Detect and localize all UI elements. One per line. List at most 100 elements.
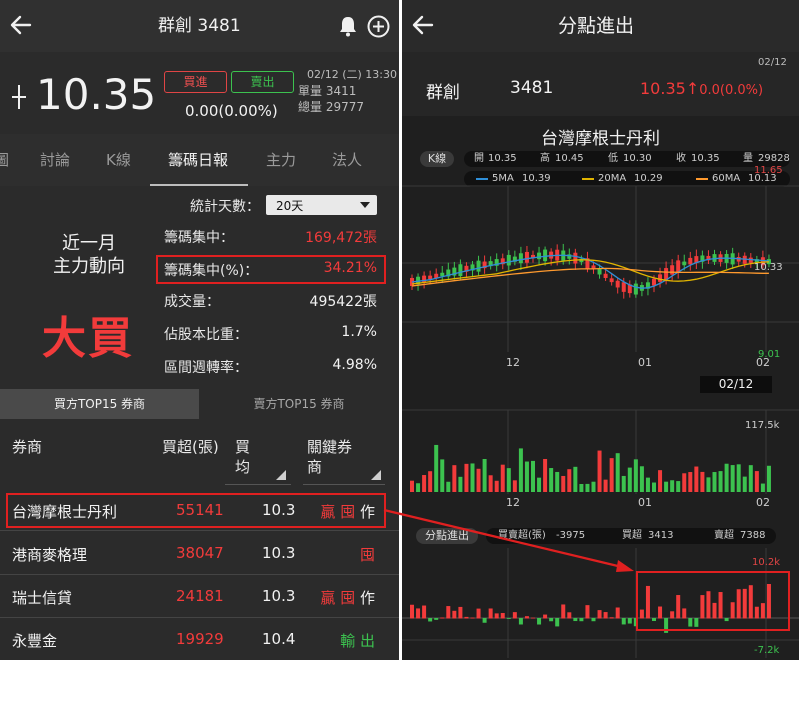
net-bar — [434, 618, 439, 620]
net-buy: 19929 — [176, 630, 224, 648]
col-header-net[interactable]: 買超(張) — [162, 436, 219, 457]
net-bar — [482, 618, 487, 623]
table-row[interactable]: 瑞士信貸 24181 10.3 贏 囤 作 — [0, 575, 399, 617]
stat-days-value: 20天 — [276, 199, 304, 213]
branch-trading-panel: 分點進出 02/12 群創 3481 10.35↑0.0(0.0%) 台灣摩根士… — [402, 0, 799, 660]
tag-red: 贏 囤 — [320, 589, 356, 607]
net-bar — [422, 605, 427, 619]
table-row[interactable]: 永豐金 19929 10.4 輸 出 — [0, 618, 399, 660]
net-bar — [452, 610, 457, 619]
table-row[interactable]: 港商麥格理 38047 10.3 囤 — [0, 532, 399, 574]
net-value: -3975 — [556, 530, 586, 541]
volume-bar — [615, 453, 620, 492]
volume-axis-top: 117.5k — [745, 420, 780, 431]
price-change: 0.00(0.00%) — [185, 102, 278, 120]
tab-buy-top15[interactable]: 買方TOP15 券商 — [0, 389, 199, 419]
tab-chip-daily[interactable]: 籌碼日報 — [168, 134, 228, 186]
volume-bar — [670, 480, 675, 492]
volume-bar — [585, 483, 590, 492]
volume-bar — [579, 483, 584, 492]
x-tick-feb: 02 — [756, 496, 770, 509]
volume-bar — [597, 450, 602, 492]
top-bar: 群創 3481 — [0, 0, 399, 52]
stat-value-turnover: 4.98% — [332, 357, 377, 373]
total-volume-label: 總量 — [298, 100, 323, 114]
stat-label-share-ratio: 佔股本比重： — [164, 327, 248, 343]
candle-body — [543, 249, 548, 262]
candle-body — [682, 261, 687, 266]
tab-sell-top15[interactable]: 賣方TOP15 券商 — [199, 389, 399, 419]
tag-red: 囤 — [359, 546, 375, 564]
col-header-key-2[interactable]: 商 — [307, 456, 322, 477]
col-header-broker: 券商 — [12, 438, 43, 456]
chart-canvas — [402, 185, 799, 658]
stat-days-select[interactable]: 20天 — [266, 195, 377, 215]
net-bar — [609, 617, 614, 619]
net-bar — [494, 613, 499, 619]
volume-bar — [658, 470, 663, 492]
sell-button[interactable]: 賣出 — [231, 71, 294, 93]
tab-institutional[interactable]: 法人 — [332, 134, 362, 186]
volume-bar — [561, 475, 566, 492]
candle-body — [633, 283, 638, 295]
stat-days-label: 統計天數： — [190, 199, 260, 215]
tab-main-force[interactable]: 主力 — [266, 134, 296, 186]
net-bar — [573, 618, 578, 622]
broker-name: 港商麥格理 — [12, 546, 88, 564]
volume-bar — [500, 464, 505, 492]
buy-button[interactable]: 買進 — [164, 71, 227, 93]
avg-price: 10.4 — [262, 630, 296, 648]
candle-body — [524, 251, 529, 263]
net-label: 買賣超(張) — [498, 530, 546, 541]
tab-kline[interactable]: K線 — [106, 134, 131, 186]
tab-chart[interactable]: 圖 — [0, 134, 9, 186]
tag-white: 作 — [359, 589, 375, 607]
key-tags: 贏 囤 作 — [320, 587, 375, 608]
volume-bar — [730, 465, 735, 492]
net-bar — [464, 616, 469, 619]
net-bar — [555, 618, 560, 627]
col-header-avg-2[interactable]: 均 — [235, 456, 250, 477]
volume-bar — [434, 444, 439, 492]
volume-bar — [754, 471, 759, 492]
col-header-key-1[interactable]: 關鍵券 — [307, 436, 352, 457]
volume-bar — [524, 461, 529, 492]
net-bar — [488, 608, 493, 619]
volume-bar — [537, 477, 542, 492]
quote-datetime: 02/12 (二) 13:30 — [307, 68, 397, 81]
volume-bar — [555, 471, 560, 492]
candle-body — [615, 280, 620, 288]
tab-discussion[interactable]: 討論 — [40, 134, 70, 186]
tag-green: 輸 出 — [340, 632, 375, 650]
net-bar — [591, 618, 596, 622]
net-bar — [476, 608, 481, 619]
sell-label: 賣超 — [714, 530, 734, 541]
x-tick-jan: 01 — [638, 496, 652, 509]
net-bar — [524, 616, 529, 619]
price-axis-mid: 10.33 — [754, 262, 783, 273]
back-arrow-icon[interactable] — [8, 10, 36, 40]
stat-value-volume: 495422張 — [309, 294, 377, 310]
net-bar — [567, 612, 572, 619]
volume-bar — [748, 465, 753, 492]
volume-bar — [742, 476, 747, 492]
net-bar — [549, 618, 554, 622]
net-bar — [579, 618, 584, 622]
sort-corner-icon — [276, 470, 286, 480]
chevron-down-icon — [360, 202, 370, 208]
bell-icon[interactable] — [338, 15, 358, 37]
x-tick-dec: 12 — [506, 496, 520, 509]
candle-body — [603, 273, 608, 278]
avg-price: 10.3 — [262, 544, 296, 562]
candle-body — [506, 254, 511, 266]
add-circle-icon[interactable] — [367, 15, 390, 38]
broker-name: 永豐金 — [12, 632, 58, 650]
net-buy: 24181 — [176, 587, 224, 605]
volume-bar — [700, 471, 705, 492]
branch-toggle[interactable]: 分點進出 — [416, 528, 478, 544]
total-volume-value: 29777 — [325, 100, 365, 114]
col-header-avg-1[interactable]: 買 — [235, 436, 250, 457]
volume-bar — [645, 477, 650, 492]
last-price: 10.35 — [36, 70, 157, 119]
candle-body — [518, 253, 523, 264]
